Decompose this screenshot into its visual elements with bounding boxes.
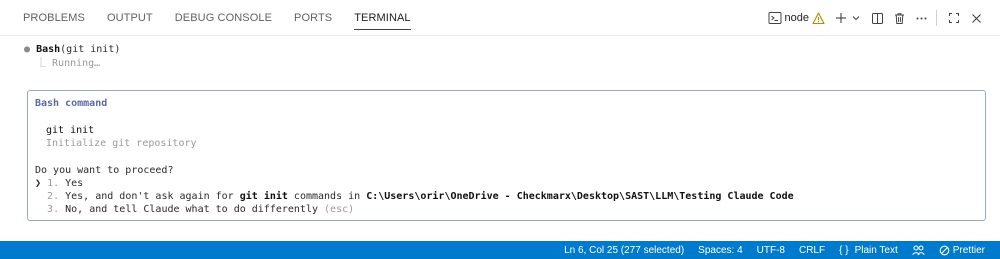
terminal-output[interactable]: ● Bash(git init) ⎿ Running… Bash command… (0, 36, 1000, 241)
cursor-position-text: Ln 6, Col 25 (277 selected) (564, 244, 685, 256)
option-number: 3. (47, 204, 60, 215)
terminal-icon (768, 11, 782, 25)
selection-cursor: ❯ (35, 178, 42, 189)
cursor-position[interactable]: Ln 6, Col 25 (277 selected) (557, 245, 691, 256)
option-number: 2. (47, 191, 60, 202)
indentation[interactable]: Spaces: 4 (691, 245, 749, 256)
tab-output[interactable]: OUTPUT (96, 0, 164, 36)
tab-terminal[interactable]: TERMINAL (343, 0, 421, 36)
indentation-text: Spaces: 4 (698, 244, 743, 256)
option-yes[interactable]: ❯ 1. Yes (35, 177, 83, 191)
warning-icon (812, 11, 825, 25)
split-terminal-button[interactable] (867, 7, 887, 29)
prompt-title: Bash command (35, 98, 108, 109)
close-icon (971, 13, 982, 24)
chevron-down-icon (852, 14, 860, 22)
encoding-text: UTF-8 (756, 244, 785, 256)
ellipsis-icon (915, 12, 928, 25)
tab-label: PROBLEMS (23, 12, 85, 24)
option-text: Yes, and don't ask again for (65, 191, 240, 202)
status-prefix: ⎿ (36, 58, 46, 69)
tab-debug-console[interactable]: DEBUG CONSOLE (164, 0, 283, 36)
language-mode[interactable]: { } Plain Text (832, 245, 905, 256)
terminal-toolbar: node (766, 0, 986, 36)
prettier-status[interactable]: Prettier (932, 245, 992, 256)
prettier-disabled-icon (939, 245, 950, 256)
option-no[interactable]: 3. No, and tell Claude what to do differ… (35, 203, 354, 217)
option-path: C:\Users\orir\OneDrive - Checkmarx\Deskt… (366, 191, 794, 202)
terminal-name: node (784, 12, 809, 24)
tool-args: (git init) (60, 44, 121, 55)
maximize-panel-button[interactable] (944, 7, 964, 29)
panel-tabs: PROBLEMS OUTPUT DEBUG CONSOLE PORTS TERM… (12, 0, 422, 36)
option-hint: (esc) (324, 204, 355, 215)
prompt-description: Initialize git repository (46, 138, 197, 149)
option-text-middle: commands in (287, 191, 367, 202)
terminal-profiles-dropdown[interactable] (851, 7, 861, 29)
encoding[interactable]: UTF-8 (750, 245, 792, 256)
tab-problems[interactable]: PROBLEMS (12, 0, 96, 36)
tool-call-line: ● Bash(git init) (24, 43, 120, 57)
prompt-question: Do you want to proceed? (35, 165, 174, 176)
close-panel-button[interactable] (966, 7, 986, 29)
more-actions-button[interactable] (911, 7, 931, 29)
terminal-selector[interactable]: node (768, 7, 825, 29)
prompt-command: git init (46, 125, 95, 136)
status-text: Running… (52, 58, 101, 69)
kill-terminal-button[interactable] (889, 7, 909, 29)
braces-icon: { } (839, 244, 849, 256)
trash-icon (893, 12, 906, 25)
status-bar-items: Ln 6, Col 25 (277 selected) Spaces: 4 UT… (557, 241, 992, 259)
option-text: Yes (65, 178, 84, 189)
tab-label: OUTPUT (106, 12, 153, 24)
end-of-line[interactable]: CRLF (792, 245, 832, 256)
option-yes-dont-ask[interactable]: 2. Yes, and don't ask again for git init… (35, 190, 794, 204)
option-text: No, and tell Claude what to do different… (65, 204, 318, 215)
split-icon (871, 12, 884, 25)
status-bar: Ln 6, Col 25 (277 selected) Spaces: 4 UT… (0, 241, 1000, 259)
tool-name: Bash (36, 44, 61, 55)
feedback-icon (912, 244, 925, 256)
feedback-button[interactable] (905, 244, 932, 256)
tool-bullet: ● (24, 44, 31, 55)
option-command: git init (239, 191, 288, 202)
tab-label: DEBUG CONSOLE (174, 12, 273, 24)
eol-text: CRLF (798, 244, 826, 256)
option-number: 1. (47, 178, 60, 189)
language-text: Plain Text (854, 244, 898, 256)
tab-label: TERMINAL (354, 7, 411, 30)
tab-ports[interactable]: PORTS (283, 0, 343, 36)
toolbar-divider (936, 10, 937, 26)
maximize-icon (948, 12, 960, 24)
new-terminal-button[interactable] (831, 7, 851, 29)
prettier-text: Prettier (952, 244, 985, 256)
tab-label: PORTS (294, 12, 333, 24)
tool-status-line: ⎿ Running… (36, 57, 100, 71)
panel-header: PROBLEMS OUTPUT DEBUG CONSOLE PORTS TERM… (0, 0, 1000, 36)
plus-icon (835, 12, 847, 24)
